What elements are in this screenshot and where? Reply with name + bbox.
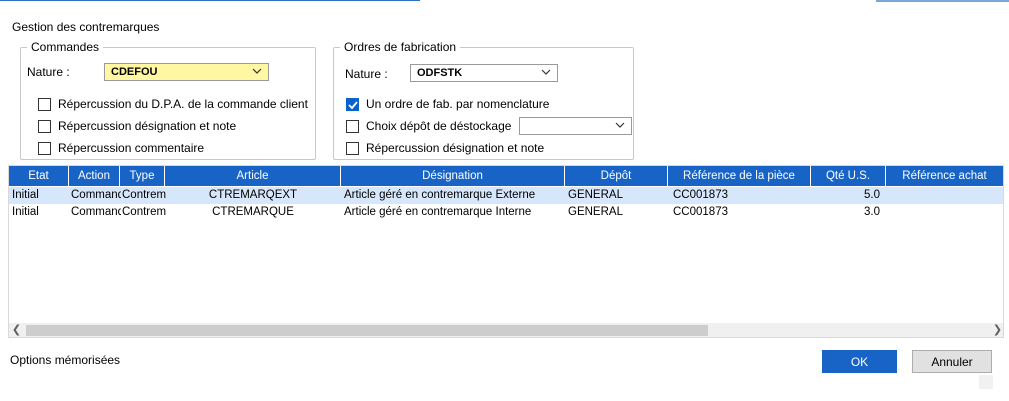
col-reference-achat[interactable]: Référence achat — [886, 166, 1003, 186]
window-top-border — [0, 0, 1009, 2]
cell-qte: 5.0 — [864, 189, 880, 201]
checkbox-choix-depot[interactable] — [346, 120, 359, 133]
chevron-down-icon — [615, 122, 625, 128]
cell-action: Command — [71, 206, 121, 218]
cell-depot: GENERAL — [568, 189, 623, 201]
ordres-nature-label: Nature : — [345, 67, 388, 81]
cell-designation: Article géré en contremarque Externe — [344, 189, 536, 201]
grid-header: Etat Action Type Article Désignation Dép… — [9, 166, 1003, 186]
ok-button[interactable]: OK — [822, 350, 897, 373]
chevron-down-icon — [252, 68, 262, 74]
ordres-nature-value: ODFSTK — [417, 67, 463, 79]
commandes-nature-label: Nature : — [27, 65, 70, 79]
commandes-nature-value: CDEFOU — [111, 66, 158, 78]
commandes-nature-select[interactable]: CDEFOU — [104, 63, 269, 81]
cell-designation: Article géré en contremarque Interne — [344, 206, 532, 218]
cell-reference-achat — [889, 204, 1003, 221]
label-repercussion-dpa: Répercussion du D.P.A. de la commande cl… — [58, 97, 308, 111]
label-choix-depot: Choix dépôt de déstockage — [366, 119, 512, 133]
horizontal-scrollbar[interactable]: ❮ ❯ — [9, 323, 1003, 337]
ordres-legend: Ordres de fabrication — [344, 40, 457, 54]
cell-depot: GENERAL — [568, 206, 623, 218]
table-row[interactable]: Initial Command Contrem CTREMARQUE Artic… — [9, 204, 1003, 221]
chevron-left-icon[interactable]: ❮ — [9, 323, 24, 337]
col-qte-us[interactable]: Qté U.S. — [811, 166, 886, 186]
cell-reference-piece: CC001873 — [673, 206, 728, 218]
checkbox-repercussion-commentaire[interactable] — [38, 142, 51, 155]
cancel-button[interactable]: Annuler — [912, 350, 992, 373]
options-memorisees-label: Options mémorisées — [10, 353, 121, 367]
table-row[interactable]: Initial Command Contrem CTREMARQEXT Arti… — [9, 187, 1003, 204]
check-icon — [348, 101, 358, 110]
cell-qte: 3.0 — [864, 206, 880, 218]
checkbox-repercussion-designation-of[interactable] — [346, 142, 359, 155]
col-etat[interactable]: Etat — [9, 166, 69, 186]
depot-destockage-select[interactable] — [519, 117, 632, 135]
cell-action: Command — [71, 189, 121, 201]
top-accent-line — [0, 0, 420, 1]
chevron-right-icon[interactable]: ❯ — [990, 323, 1003, 337]
col-depot[interactable]: Dépôt — [565, 166, 668, 186]
cell-reference-achat — [889, 187, 1003, 204]
cell-etat: Initial — [12, 206, 39, 218]
scrollbar-thumb[interactable] — [26, 325, 708, 336]
top-accent-line-right — [876, 0, 1009, 2]
checkbox-un-ordre-par-nomenclature[interactable] — [346, 98, 359, 111]
label-repercussion-designation-cmd: Répercussion désignation et note — [58, 119, 237, 133]
label-repercussion-designation-of: Répercussion désignation et note — [366, 141, 545, 155]
cell-article: CTREMARQUE — [212, 206, 294, 218]
col-reference-piece[interactable]: Référence de la pièce — [668, 166, 811, 186]
contremarques-grid[interactable]: Etat Action Type Article Désignation Dép… — [8, 165, 1004, 338]
checkbox-repercussion-designation-cmd[interactable] — [38, 120, 51, 133]
col-article[interactable]: Article — [165, 166, 341, 186]
label-un-ordre-par-nomenclature: Un ordre de fab. par nomenclature — [366, 97, 550, 111]
col-designation[interactable]: Désignation — [341, 166, 565, 186]
ordres-nature-select[interactable]: ODFSTK — [410, 64, 558, 82]
dialog-title: Gestion des contremarques — [12, 20, 160, 34]
checkbox-repercussion-dpa[interactable] — [38, 98, 51, 111]
cell-article: CTREMARQEXT — [208, 189, 298, 201]
cell-reference-piece: CC001873 — [673, 189, 728, 201]
col-action[interactable]: Action — [69, 166, 120, 186]
cell-type: Contrem — [122, 189, 167, 201]
resize-grip[interactable] — [979, 375, 993, 389]
cell-etat: Initial — [12, 189, 39, 201]
commandes-legend: Commandes — [31, 40, 100, 54]
col-type[interactable]: Type — [120, 166, 165, 186]
chevron-down-icon — [541, 69, 551, 75]
cell-type: Contrem — [122, 206, 167, 218]
label-repercussion-commentaire: Répercussion commentaire — [58, 141, 205, 155]
